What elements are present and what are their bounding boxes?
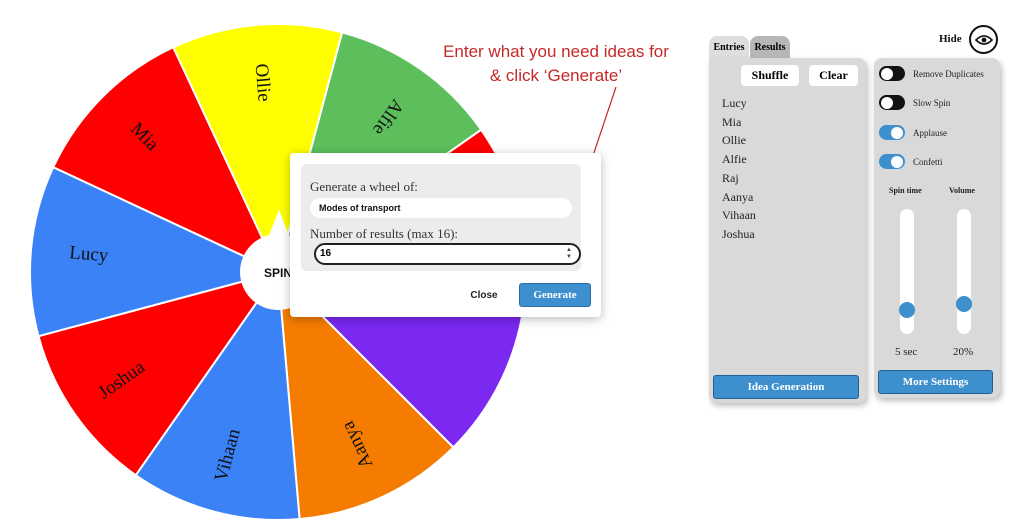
spin-time-slider[interactable] [899, 209, 915, 334]
toggle-label: Confetti [913, 156, 943, 167]
list-item[interactable]: Aanya [722, 188, 756, 207]
close-button[interactable]: Close [458, 285, 510, 305]
list-item[interactable]: Raj [722, 169, 756, 188]
spin-time-label: Spin time [889, 186, 922, 195]
spin-button-label: SPIN [264, 266, 292, 280]
slider-handle[interactable] [899, 302, 915, 318]
annotation-line-2: & click ‘Generate’ [489, 66, 623, 85]
instruction-annotation: Enter what you need ideas for & click ‘G… [425, 40, 687, 88]
toggle-switch[interactable] [879, 66, 905, 81]
slider-handle[interactable] [956, 296, 972, 312]
toggle-label: Applause [913, 127, 947, 138]
tab-results[interactable]: Results [750, 36, 790, 58]
list-item[interactable]: Vihaan [722, 206, 756, 225]
list-item[interactable]: Ollie [722, 131, 756, 150]
number-stepper-icon[interactable]: ▲ ▼ [566, 247, 572, 261]
list-item[interactable]: Lucy [722, 94, 756, 113]
wheel-segment-label: Lucy [68, 242, 109, 266]
entries-panel: Shuffle Clear Lucy Mia Ollie Alfie Raj A… [709, 58, 866, 403]
toggle-label: Remove Duplicates [913, 68, 984, 79]
entry-list[interactable]: Lucy Mia Ollie Alfie Raj Aanya Vihaan Jo… [722, 94, 756, 244]
volume-value: 20% [953, 346, 974, 358]
hide-label[interactable]: Hide [939, 33, 962, 45]
more-settings-button[interactable]: More Settings [878, 370, 993, 394]
spin-time-value: 5 sec [895, 346, 918, 358]
wheel-segment-label: Ollie [250, 63, 274, 103]
toggle-slow-spin[interactable]: Slow Spin [879, 95, 950, 110]
toggle-switch[interactable] [879, 95, 905, 110]
generate-dialog: Generate a wheel of: Number of results (… [290, 153, 601, 317]
shuffle-button[interactable]: Shuffle [741, 65, 799, 86]
list-item[interactable]: Alfie [722, 150, 756, 169]
list-item[interactable]: Mia [722, 113, 756, 132]
toggle-label: Slow Spin [913, 97, 951, 108]
count-label: Number of results (max 16): [310, 226, 459, 241]
toggle-switch[interactable] [879, 154, 905, 169]
eye-icon[interactable] [969, 25, 998, 54]
toggle-applause[interactable]: Applause [879, 125, 947, 140]
volume-label: Volume [949, 186, 975, 195]
count-value: 16 [320, 248, 332, 259]
volume-slider[interactable] [956, 209, 972, 334]
topic-input[interactable] [310, 198, 572, 218]
topic-label: Generate a wheel of: [310, 179, 418, 194]
count-input[interactable]: 16 ▲ ▼ [314, 243, 581, 265]
toggle-confetti[interactable]: Confetti [879, 154, 943, 169]
generate-button[interactable]: Generate [519, 283, 591, 307]
toggle-remove-duplicates[interactable]: Remove Duplicates [879, 66, 984, 81]
idea-generation-button[interactable]: Idea Generation [713, 375, 859, 399]
annotation-line-1: Enter what you need ideas for [443, 42, 669, 61]
tab-entries[interactable]: Entries [709, 36, 749, 58]
dialog-form: Generate a wheel of: Number of results (… [301, 164, 581, 271]
toggle-switch[interactable] [879, 125, 905, 140]
settings-panel: Remove Duplicates Slow Spin Applause Con… [874, 58, 1000, 398]
clear-button[interactable]: Clear [809, 65, 858, 86]
list-item[interactable]: Joshua [722, 225, 756, 244]
